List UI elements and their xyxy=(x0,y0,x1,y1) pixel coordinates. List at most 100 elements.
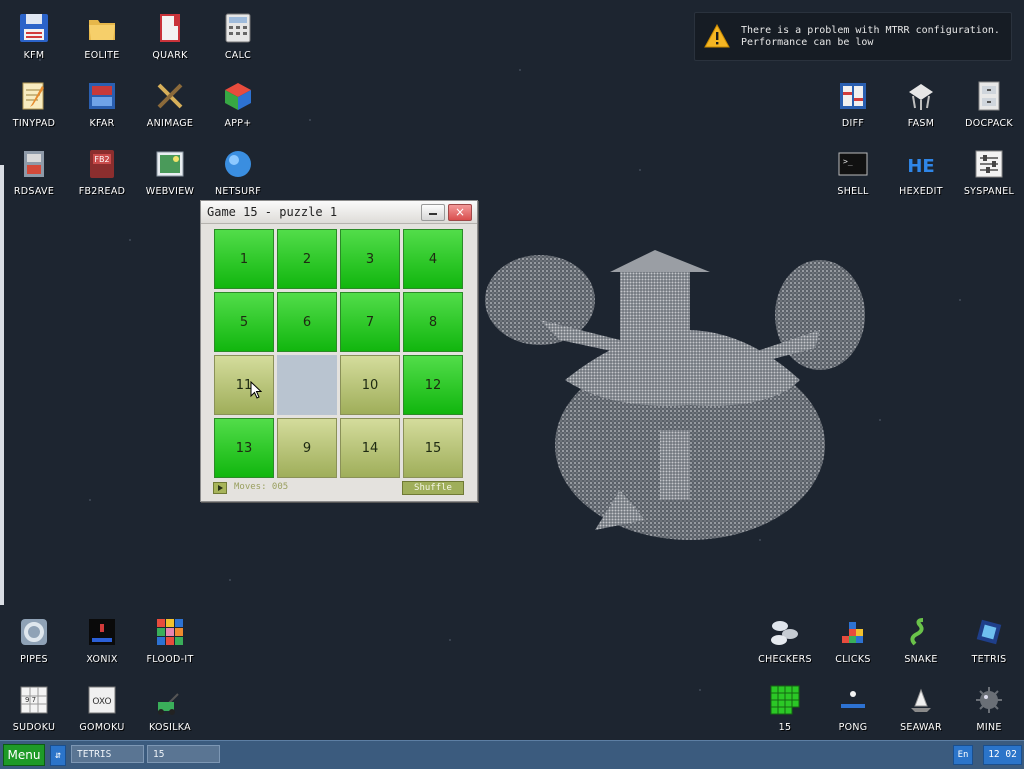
mtrr-notification[interactable]: There is a problem with MTRR configurati… xyxy=(694,12,1012,61)
terminal-icon: >_ xyxy=(838,152,868,176)
shuffle-button[interactable]: Shuffle xyxy=(402,481,464,495)
puzzle-tile-15[interactable]: 15 xyxy=(403,418,463,478)
color-grid-icon xyxy=(157,619,183,645)
puzzle-tile-12[interactable]: 12 xyxy=(403,355,463,415)
desktop-icon-15[interactable]: 15 xyxy=(751,678,819,742)
minimize-button[interactable] xyxy=(421,204,445,221)
notepad-icon xyxy=(22,82,44,110)
desktop-icon-kfar[interactable]: KFAR xyxy=(68,74,136,138)
desktop-icon-tetris[interactable]: TETRIS xyxy=(955,610,1023,674)
status-bar: Moves: 005 Shuffle xyxy=(212,481,464,495)
puzzle-tile-11[interactable]: 11 xyxy=(214,355,274,415)
desktop-icon-label: NETSURF xyxy=(214,186,262,197)
window-switch-button[interactable]: ⇵ xyxy=(50,745,66,766)
puzzle-tile-4[interactable]: 4 xyxy=(403,229,463,289)
empty-slot xyxy=(277,355,337,415)
desktop-icon-diff[interactable]: DIFF xyxy=(819,74,887,138)
desktop-icon-tinypad[interactable]: TINYPAD xyxy=(0,74,68,138)
desktop-icon-label: FLOOD-IT xyxy=(146,654,194,665)
treehouse-wallpaper xyxy=(485,250,865,540)
svg-text:FB2: FB2 xyxy=(94,155,109,164)
desktop-icon-fb2read[interactable]: FB2 FB2READ xyxy=(68,142,136,206)
desktop-icon-flood-it[interactable]: FLOOD-IT xyxy=(136,610,204,674)
desktop-icon-label: SYSPANEL xyxy=(963,186,1015,197)
moves-counter: Moves: 005 xyxy=(234,482,289,492)
desktop-icon-app[interactable]: APP+ xyxy=(204,74,272,138)
mine-icon xyxy=(976,687,1002,713)
desktop-icon-docpack[interactable]: DOCPACK xyxy=(955,74,1023,138)
language-indicator[interactable]: En xyxy=(953,745,973,765)
desktop-icon-clicks[interactable]: CLICKS xyxy=(819,610,887,674)
desktop-icon-label: CALC xyxy=(224,50,252,61)
puzzle-tile-14[interactable]: 14 xyxy=(340,418,400,478)
puzzle-tile-6[interactable]: 6 xyxy=(277,292,337,352)
desktop-icon-shell[interactable]: >_ SHELL xyxy=(819,142,887,206)
puzzle-tile-5[interactable]: 5 xyxy=(214,292,274,352)
desktop-icon-snake[interactable]: SNAKE xyxy=(887,610,955,674)
puzzle-tile-1[interactable]: 1 xyxy=(214,229,274,289)
puzzle-board: 1 2 3 4 5 6 7 8 11 10 12 13 9 14 15 xyxy=(212,227,466,481)
clock[interactable]: 12 02 xyxy=(983,745,1022,765)
desktop-icon-pipes[interactable]: PIPES xyxy=(0,610,68,674)
desktop-icon-animage[interactable]: ANIMAGE xyxy=(136,74,204,138)
desktop-icon-kfm[interactable]: KFM xyxy=(0,6,68,70)
game15-window[interactable]: Game 15 - puzzle 1 × 1 2 3 4 5 6 7 8 11 10 12 13 9 14… xyxy=(200,200,478,502)
puzzle-tile-13[interactable]: 13 xyxy=(214,418,274,478)
window-titlebar[interactable]: Game 15 - puzzle 1 × xyxy=(201,201,477,224)
floppy-icon xyxy=(20,14,48,42)
desktop-icon-calc[interactable]: CALC xyxy=(204,6,272,70)
menu-button[interactable]: Menu xyxy=(3,744,45,766)
puzzle-tile-9[interactable]: 9 xyxy=(277,418,337,478)
snake-icon xyxy=(910,618,924,646)
hex-icon: HE xyxy=(907,156,934,177)
sudoku-icon: 9 7 xyxy=(20,686,48,714)
puzzle-tile-10[interactable]: 10 xyxy=(340,355,400,415)
book-icon xyxy=(160,14,180,42)
diff-icon xyxy=(840,83,866,109)
server-icon xyxy=(909,84,933,110)
puzzle-tile-3[interactable]: 3 xyxy=(340,229,400,289)
desktop-icon-hexedit[interactable]: HE HEXEDIT xyxy=(887,142,955,206)
desktop-icon-label: KOSILKA xyxy=(149,722,191,733)
desktop-icon-gomoku[interactable]: OXO GOMOKU xyxy=(68,678,136,742)
svg-text:HE: HE xyxy=(907,156,934,177)
fifteen-grid-icon xyxy=(770,685,800,715)
seawar-icon xyxy=(911,688,931,712)
pong-icon xyxy=(841,691,865,708)
lawnmower-icon xyxy=(158,693,179,715)
checkers-icon xyxy=(771,621,798,645)
archive-icon xyxy=(89,83,115,109)
puzzle-tile-7[interactable]: 7 xyxy=(340,292,400,352)
desktop-icon-pong[interactable]: PONG xyxy=(819,678,887,742)
desktop-icon-label: APP+ xyxy=(224,118,252,129)
desktop-icon-sudoku[interactable]: 9 7 SUDOKU xyxy=(0,678,68,742)
desktop-icon-kosilka[interactable]: KOSILKA xyxy=(136,678,204,742)
globe-icon xyxy=(225,151,251,177)
sliders-icon xyxy=(975,150,1003,178)
desktop-icon-eolite[interactable]: EOLITE xyxy=(68,6,136,70)
task-button-tetris[interactable]: TETRIS xyxy=(71,745,144,763)
desktop-icon-mine[interactable]: MINE xyxy=(955,678,1023,742)
disk-save-icon xyxy=(24,151,44,177)
left-edge-panel xyxy=(0,165,4,605)
desktop-icon-checkers[interactable]: CHECKERS xyxy=(751,610,819,674)
desktop-icon-seawar[interactable]: SEAWAR xyxy=(887,678,955,742)
cube-icon xyxy=(225,83,251,110)
close-button[interactable]: × xyxy=(448,204,472,221)
notification-text: There is a problem with MTRR configurati… xyxy=(741,25,1000,49)
desktop-icon-fasm[interactable]: FASM xyxy=(887,74,955,138)
blocks-icon xyxy=(842,622,863,643)
desktop-icon-xonix[interactable]: XONIX xyxy=(68,610,136,674)
puzzle-tile-2[interactable]: 2 xyxy=(277,229,337,289)
desktop-icon-rdsave[interactable]: RDSAVE xyxy=(0,142,68,206)
desktop-icon-label: DOCPACK xyxy=(965,118,1013,129)
xonix-icon xyxy=(89,619,115,645)
tetris-icon xyxy=(976,619,1002,645)
puzzle-tile-8[interactable]: 8 xyxy=(403,292,463,352)
desktop-icon-netsurf[interactable]: NETSURF xyxy=(204,142,272,206)
desktop-icon-syspanel[interactable]: SYSPANEL xyxy=(955,142,1023,206)
notification-line-1: There is a problem with MTRR configurati… xyxy=(741,25,1000,36)
task-button-15[interactable]: 15 xyxy=(147,745,220,763)
desktop-icon-webview[interactable]: WEBVIEW xyxy=(136,142,204,206)
desktop-icon-quark[interactable]: QUARK xyxy=(136,6,204,70)
